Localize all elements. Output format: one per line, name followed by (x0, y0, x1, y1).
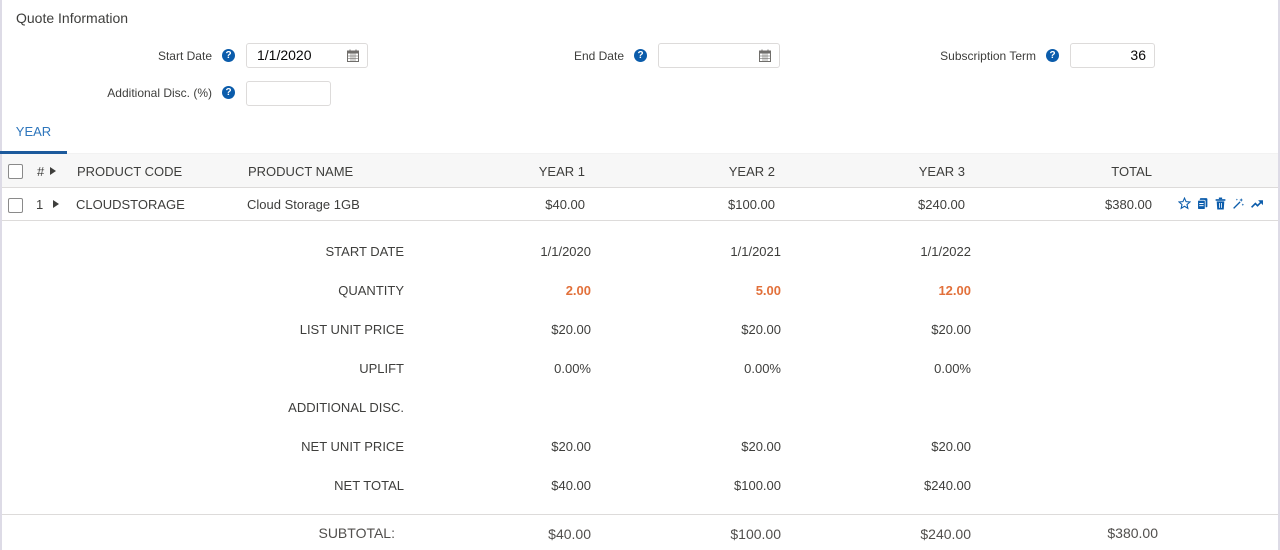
detail-start-date-year2: 1/1/2021 (730, 244, 781, 259)
help-icon[interactable]: ? (222, 49, 235, 62)
start-date-input[interactable]: 1/1/2020 (246, 43, 368, 68)
total-value: $380.00 (1105, 197, 1152, 212)
detail-uplift-year1: 0.00% (554, 361, 591, 376)
subtotal-year1: $40.00 (548, 526, 591, 542)
subtotal-label: SUBTOTAL: (318, 525, 395, 541)
detail-label-additional-disc: ADDITIONAL DISC. (288, 400, 404, 415)
header-year2[interactable]: YEAR 2 (655, 164, 775, 179)
tab-year[interactable]: YEAR (0, 117, 67, 154)
header-total[interactable]: TOTAL (1032, 164, 1152, 179)
header-product-code[interactable]: PRODUCT CODE (77, 164, 182, 179)
year3-value: $240.00 (918, 197, 965, 212)
start-date-label: Start Date (157, 49, 212, 63)
expand-row-icon[interactable] (53, 200, 59, 208)
subscription-term-input[interactable]: 36 (1070, 43, 1155, 68)
trend-icon[interactable] (1250, 197, 1264, 210)
detail-net-unit-price-year2: $20.00 (741, 439, 781, 454)
expand-all-icon[interactable] (50, 167, 56, 175)
help-icon[interactable]: ? (634, 49, 647, 62)
detail-list-unit-price-year2: $20.00 (741, 322, 781, 337)
detail-label-net-unit-price: NET UNIT PRICE (301, 439, 404, 454)
detail-label-quantity: QUANTITY (338, 283, 404, 298)
detail-list-unit-price-year1: $20.00 (551, 322, 591, 337)
detail-net-total-year2: $100.00 (734, 478, 781, 493)
detail-start-date-year3: 1/1/2022 (920, 244, 971, 259)
header-year3[interactable]: YEAR 3 (845, 164, 965, 179)
help-icon[interactable]: ? (1046, 49, 1059, 62)
table-row: 1 CLOUDSTORAGE Cloud Storage 1GB $40.00 … (2, 188, 1278, 221)
section-title: Quote Information (16, 10, 129, 26)
table-header: # PRODUCT CODE PRODUCT NAME YEAR 1 YEAR … (2, 154, 1278, 188)
header-product-name[interactable]: PRODUCT NAME (248, 164, 353, 179)
year1-value: $40.00 (545, 197, 585, 212)
subtotal-total: $380.00 (1107, 525, 1158, 541)
row-checkbox[interactable] (8, 198, 23, 213)
quote-panel (0, 0, 1280, 550)
end-date-input[interactable] (658, 43, 780, 68)
row-number: 1 (36, 197, 44, 212)
select-all-checkbox[interactable] (8, 164, 23, 179)
detail-label-list-unit-price: LIST UNIT PRICE (299, 322, 404, 337)
detail-net-unit-price-year1: $20.00 (551, 439, 591, 454)
detail-quantity-year3[interactable]: 12.00 (851, 283, 971, 298)
detail-uplift-year3: 0.00% (934, 361, 971, 376)
star-icon[interactable] (1178, 197, 1191, 210)
detail-label-net-total: NET TOTAL (334, 478, 404, 493)
detail-label-start-date: START DATE (325, 244, 405, 259)
delete-icon[interactable] (1214, 197, 1227, 210)
additional-disc-label: Additional Disc. (%) (107, 86, 212, 100)
detail-net-total-year3: $240.00 (924, 478, 971, 493)
clone-icon[interactable] (1196, 197, 1209, 210)
product-name: Cloud Storage 1GB (247, 197, 360, 212)
subscription-term-label: Subscription Term (940, 49, 1036, 63)
header-year1[interactable]: YEAR 1 (465, 164, 585, 179)
help-icon[interactable]: ? (222, 86, 235, 99)
detail-uplift-year2: 0.00% (744, 361, 781, 376)
detail-quantity-year2[interactable]: 5.00 (661, 283, 781, 298)
header-number: # (37, 164, 45, 179)
product-code: CLOUDSTORAGE (76, 197, 185, 212)
calendar-icon[interactable] (347, 49, 359, 62)
subtotal-year2: $100.00 (730, 526, 781, 542)
calendar-icon[interactable] (759, 49, 771, 62)
detail-label-uplift: UPLIFT (359, 361, 404, 376)
additional-disc-input[interactable] (246, 81, 331, 106)
subtotal-divider (2, 514, 1278, 515)
detail-quantity-year1[interactable]: 2.00 (471, 283, 591, 298)
detail-start-date-year1: 1/1/2020 (540, 244, 591, 259)
end-date-label: End Date (573, 49, 624, 63)
detail-net-unit-price-year3: $20.00 (931, 439, 971, 454)
magic-wand-icon[interactable] (1232, 197, 1245, 210)
detail-list-unit-price-year3: $20.00 (931, 322, 971, 337)
year2-value: $100.00 (728, 197, 775, 212)
subtotal-year3: $240.00 (920, 526, 971, 542)
detail-net-total-year1: $40.00 (551, 478, 591, 493)
start-date-value: 1/1/2020 (257, 47, 312, 63)
